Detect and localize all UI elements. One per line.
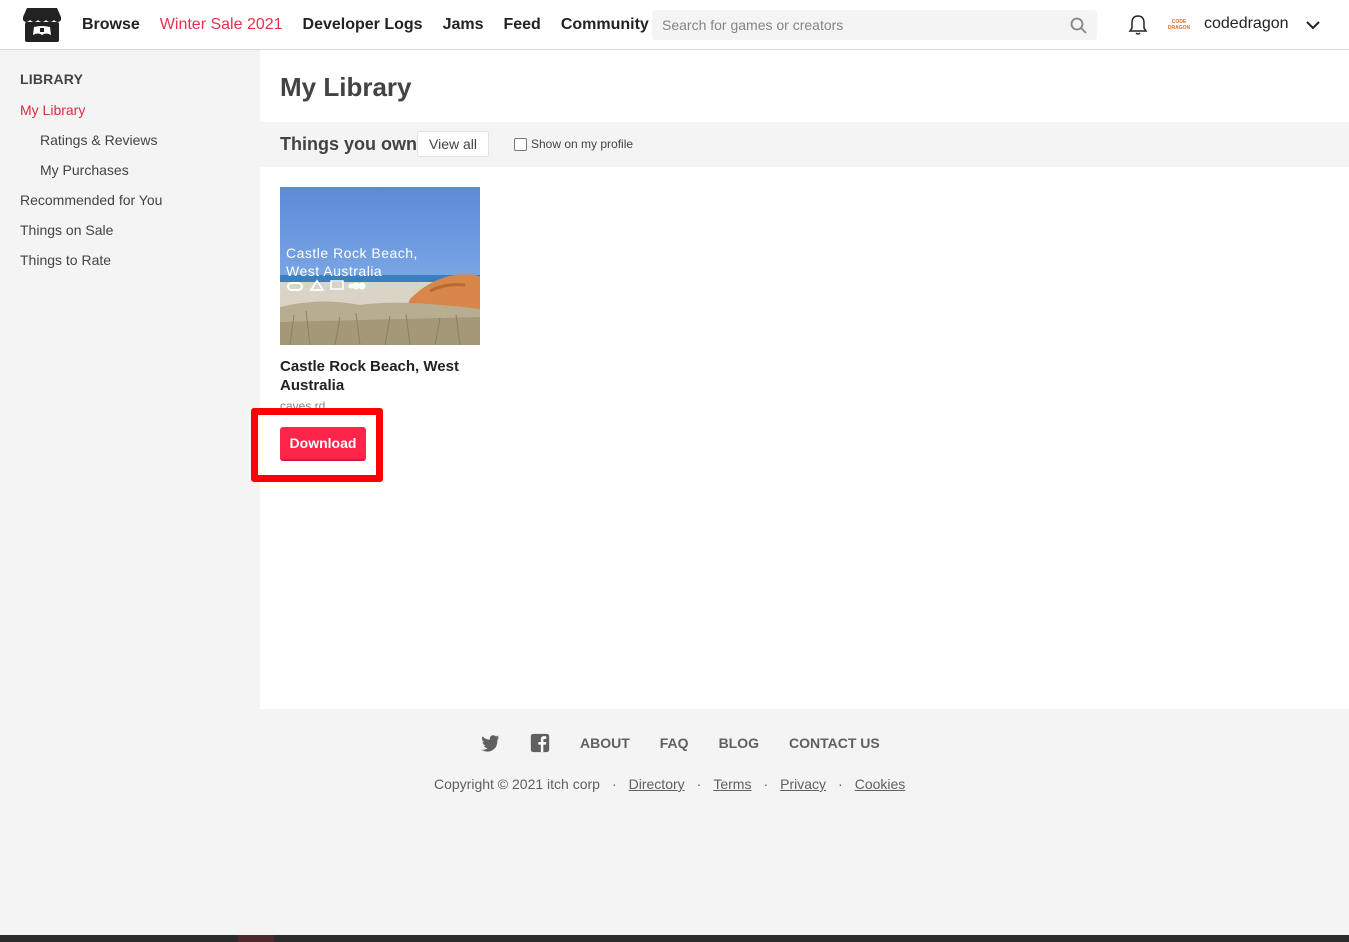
footer-link-faq[interactable]: FAQ (660, 735, 689, 751)
sidebar-item-ratings-reviews[interactable]: Ratings & Reviews (40, 132, 158, 148)
sidebar-item-things-to-rate[interactable]: Things to Rate (20, 252, 111, 268)
notification-bell-icon[interactable] (1128, 14, 1148, 36)
show-on-profile-checkbox[interactable] (514, 137, 527, 151)
itch-logo-icon[interactable] (22, 6, 62, 44)
separator-dot: · (763, 776, 769, 792)
download-button[interactable]: Download (280, 427, 366, 461)
footer-link-about[interactable]: ABOUT (580, 735, 630, 751)
taskbar-strip (0, 935, 1349, 942)
main-content: My Library Things you own View all Show … (251, 50, 1349, 709)
separator-dot: · (838, 776, 843, 792)
username[interactable]: codedragon (1204, 15, 1289, 33)
nav-winter-sale[interactable]: Winter Sale 2021 (160, 16, 283, 34)
nav-community[interactable]: Community (561, 16, 649, 34)
search-input[interactable] (652, 17, 1052, 33)
section-header: Things you own View all Show on my profi… (260, 122, 1349, 167)
sidebar-heading: LIBRARY (20, 71, 84, 87)
avatar[interactable]: CODE DRAGON (1166, 13, 1192, 37)
copyright-row: Copyright © 2021 itch corp · Directory ·… (434, 776, 905, 792)
avatar-text-line2: DRAGON (1167, 25, 1191, 31)
game-thumbnail[interactable]: Castle Rock Beach, West Australia (280, 187, 480, 345)
view-all-button[interactable]: View all (417, 131, 489, 157)
search-box (652, 10, 1097, 40)
thumbnail-caption: Castle Rock Beach, West Australia (286, 244, 418, 280)
sidebar-item-things-on-sale[interactable]: Things on Sale (20, 222, 113, 238)
nav-browse[interactable]: Browse (82, 16, 140, 34)
sidebar-item-my-library[interactable]: My Library (20, 102, 85, 118)
nav-jams[interactable]: Jams (443, 16, 484, 34)
separator-dot: · (611, 776, 617, 792)
footer-link-directory[interactable]: Directory (629, 776, 685, 792)
sidebar-item-my-purchases[interactable]: My Purchases (40, 162, 129, 178)
footer-link-terms[interactable]: Terms (713, 776, 751, 792)
game-title[interactable]: Castle Rock Beach, West Australia (280, 357, 480, 395)
show-on-profile-label: Show on my profile (531, 137, 634, 151)
facebook-icon[interactable] (530, 733, 550, 753)
twitter-icon[interactable] (480, 733, 500, 753)
footer-links: ABOUT FAQ BLOG CONTACT US (480, 733, 910, 753)
footer-link-cookies[interactable]: Cookies (855, 776, 906, 792)
footer-link-blog[interactable]: BLOG (719, 735, 759, 751)
thumbnail-caption-line2: West Australia (286, 263, 383, 279)
section-title: Things you own (280, 134, 417, 154)
nav-developer-logs[interactable]: Developer Logs (303, 16, 423, 34)
footer-link-privacy[interactable]: Privacy (780, 776, 826, 792)
sidebar-item-recommended[interactable]: Recommended for You (20, 192, 162, 208)
chevron-down-icon[interactable] (1305, 17, 1321, 33)
page-title: My Library (280, 72, 412, 102)
main-nav: Browse Winter Sale 2021 Developer Logs J… (72, 0, 659, 50)
footer-link-contact[interactable]: CONTACT US (789, 735, 880, 751)
show-on-profile-toggle[interactable]: Show on my profile (514, 137, 633, 151)
copyright-text: Copyright © 2021 itch corp (434, 776, 600, 792)
search-icon[interactable] (1070, 17, 1087, 34)
top-header: Browse Winter Sale 2021 Developer Logs J… (0, 0, 1349, 50)
nav-feed[interactable]: Feed (503, 16, 540, 34)
taskbar-tab (238, 935, 274, 942)
footer: ABOUT FAQ BLOG CONTACT US Copyright © 20… (260, 709, 1349, 935)
separator-dot: · (696, 776, 702, 792)
sidebar: LIBRARY My Library Ratings & Reviews My … (0, 50, 260, 709)
thumbnail-caption-line1: Castle Rock Beach, (286, 245, 418, 261)
